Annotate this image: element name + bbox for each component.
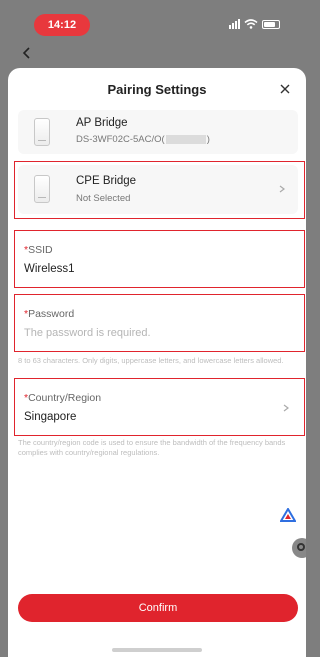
highlight-frame-country-region bbox=[14, 378, 305, 436]
assistant-logo-icon[interactable] bbox=[280, 508, 296, 524]
battery-icon bbox=[262, 19, 280, 29]
sheet-title: Pairing Settings bbox=[107, 82, 207, 97]
ap-bridge-device-image bbox=[34, 118, 50, 146]
home-indicator bbox=[112, 648, 202, 652]
password-hint: 8 to 63 characters. Only digits, upperca… bbox=[18, 356, 284, 365]
status-bar: 14:12 bbox=[0, 0, 306, 44]
country-region-hint: The country/region code is used to ensur… bbox=[18, 438, 286, 457]
ap-bridge-title: AP Bridge bbox=[76, 117, 128, 129]
pairing-settings-sheet: Pairing Settings AP Bridge DS-3WF02C-5AC… bbox=[8, 68, 306, 657]
cellular-signal-icon bbox=[229, 19, 240, 29]
ap-bridge-card: AP Bridge DS-3WF02C-5AC/O() bbox=[18, 110, 298, 154]
ap-bridge-model: DS-3WF02C-5AC/O() bbox=[76, 134, 210, 145]
floating-assist-button[interactable] bbox=[292, 538, 306, 558]
wifi-icon bbox=[244, 19, 258, 29]
highlight-frame-ssid bbox=[14, 230, 305, 288]
status-icons bbox=[229, 19, 280, 29]
highlight-frame-password bbox=[14, 294, 305, 352]
highlight-frame-cpe-bridge bbox=[14, 161, 305, 219]
status-time: 14:12 bbox=[34, 14, 90, 36]
back-arrow-icon[interactable] bbox=[20, 46, 34, 60]
close-icon[interactable] bbox=[278, 82, 292, 96]
redacted-serial bbox=[165, 134, 206, 144]
confirm-button[interactable]: Confirm bbox=[18, 594, 298, 622]
